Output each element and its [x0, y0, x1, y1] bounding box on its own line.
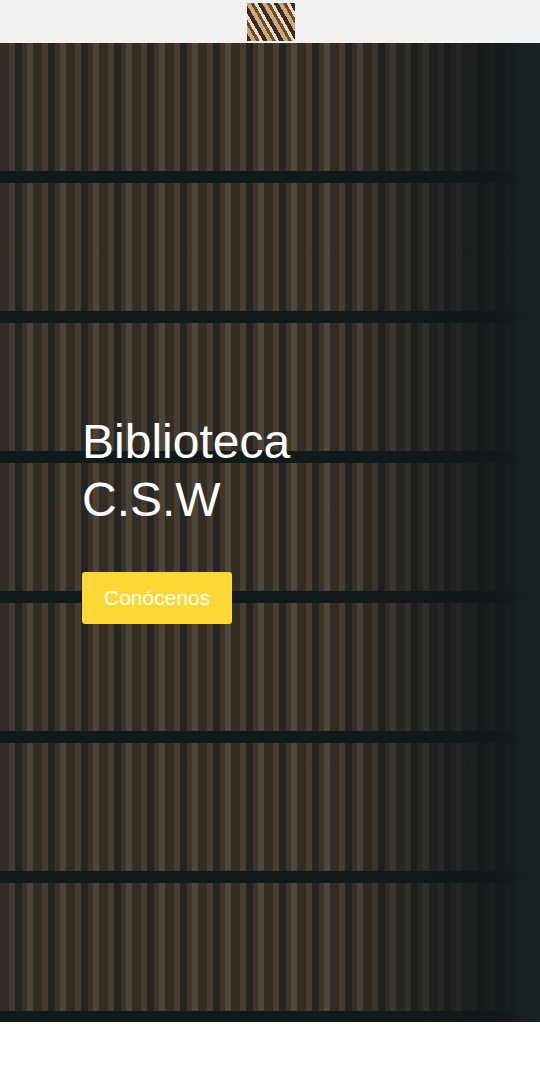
- logo-icon[interactable]: [247, 3, 295, 41]
- hero: Biblioteca C.S.W Conócenos: [0, 43, 540, 1022]
- page: Biblioteca C.S.W Conócenos: [0, 0, 540, 1078]
- hero-content: Biblioteca C.S.W Conócenos: [0, 43, 540, 624]
- bottom-space: [0, 1022, 540, 1078]
- top-bar: [0, 0, 540, 43]
- hero-photo: [0, 43, 540, 1022]
- hero-title: Biblioteca C.S.W: [82, 413, 402, 528]
- about-button[interactable]: Conócenos: [82, 572, 232, 624]
